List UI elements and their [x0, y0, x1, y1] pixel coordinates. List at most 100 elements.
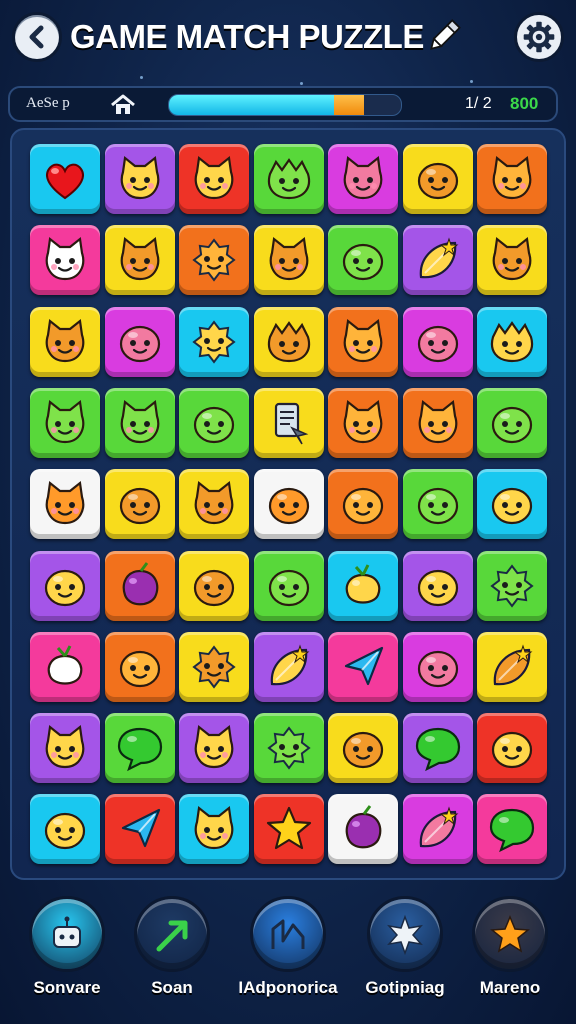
tile-scroll[interactable]	[253, 387, 324, 458]
powerup-button-5[interactable]	[472, 896, 548, 972]
tile-cat[interactable]	[104, 144, 175, 214]
powerup-button-3[interactable]	[250, 896, 326, 972]
tile-cat[interactable]	[477, 144, 547, 214]
leaf-icon	[493, 644, 533, 685]
leaf-icon	[419, 237, 458, 279]
tile-blob[interactable]	[253, 550, 324, 621]
tile-cat[interactable]	[328, 144, 398, 214]
tile-blob[interactable]	[104, 306, 175, 377]
tile-cat[interactable]	[477, 225, 547, 296]
score-value: 800	[510, 94, 539, 113]
tile-blob[interactable]	[477, 713, 547, 784]
tile-fuzzy[interactable]	[179, 631, 249, 702]
tile-bubble[interactable]	[477, 794, 547, 865]
tile-cat[interactable]	[104, 225, 175, 296]
tile-blob[interactable]	[328, 713, 398, 784]
blob-icon	[342, 244, 384, 281]
back-button[interactable]	[12, 12, 62, 62]
tile-monster[interactable]	[253, 144, 324, 214]
berry-icon	[47, 645, 83, 685]
tile-cat[interactable]	[402, 387, 473, 458]
home-icon[interactable]	[110, 94, 136, 116]
tile-cat[interactable]	[328, 306, 398, 377]
tile-blob[interactable]	[30, 550, 100, 621]
tile-cat[interactable]	[179, 144, 249, 214]
tile-monster[interactable]	[477, 306, 547, 377]
tile-cat[interactable]	[253, 225, 324, 296]
status-bar: AeSe p 1/ 2 800	[8, 86, 558, 122]
tile-blob[interactable]	[30, 794, 100, 865]
scroll-icon	[274, 402, 308, 445]
powerup-label: Soan	[151, 978, 193, 997]
tile-fuzzy[interactable]	[477, 550, 547, 621]
tile-cat[interactable]	[179, 469, 249, 540]
tile-arrow[interactable]	[104, 794, 175, 865]
blob-icon	[44, 813, 86, 850]
blob-icon	[417, 325, 458, 362]
tile-leaf[interactable]	[402, 225, 473, 296]
powerup-button-4[interactable]	[367, 896, 443, 972]
level-counter: 1/ 2	[465, 95, 492, 112]
cat-icon	[45, 237, 85, 281]
tile-cat[interactable]	[328, 387, 398, 458]
tile-cat[interactable]	[30, 225, 100, 296]
tile-cat[interactable]	[179, 713, 249, 784]
tile-plum[interactable]	[328, 794, 398, 865]
tile-blob[interactable]	[402, 306, 473, 377]
tile-blob[interactable]	[328, 469, 398, 540]
settings-button[interactable]	[514, 12, 564, 62]
tile-blob[interactable]	[477, 387, 547, 458]
cat-icon	[194, 725, 234, 769]
tile-bubble[interactable]	[402, 713, 473, 784]
tile-star[interactable]	[253, 794, 324, 865]
tile-plum[interactable]	[104, 550, 175, 621]
game-board	[10, 128, 566, 880]
tile-cat[interactable]	[30, 306, 100, 377]
tile-cat[interactable]	[179, 794, 249, 865]
blob-icon	[119, 650, 160, 687]
header: GAME MATCH PUZZLE	[0, 0, 576, 78]
pencil-icon	[430, 19, 461, 50]
tile-blob[interactable]	[402, 631, 473, 702]
tile-fuzzy[interactable]	[179, 306, 249, 377]
cat-icon	[343, 318, 383, 362]
cat-icon	[194, 155, 234, 200]
tile-blob[interactable]	[253, 469, 324, 540]
tile-arrow[interactable]	[328, 631, 398, 702]
tile-monster[interactable]	[253, 306, 324, 377]
tile-cat[interactable]	[30, 469, 100, 540]
tile-cat[interactable]	[30, 713, 100, 784]
tile-leaf[interactable]	[477, 631, 547, 702]
edit-button[interactable]	[420, 14, 466, 60]
tile-leaf[interactable]	[253, 631, 324, 702]
tile-cat[interactable]	[30, 387, 100, 458]
tile-berry[interactable]	[328, 550, 398, 621]
tile-blob[interactable]	[104, 469, 175, 540]
tile-blob[interactable]	[104, 631, 175, 702]
tile-blob[interactable]	[179, 387, 249, 458]
blob-icon	[342, 488, 384, 525]
powerup-button-2[interactable]	[134, 896, 210, 972]
blob-icon	[119, 488, 160, 525]
tile-cat[interactable]	[104, 387, 175, 458]
tile-blob[interactable]	[328, 225, 398, 296]
fuzzy-icon	[490, 563, 534, 608]
cat-icon	[120, 399, 159, 443]
tile-fuzzy[interactable]	[253, 713, 324, 784]
fuzzy-icon	[192, 645, 236, 689]
tile-berry[interactable]	[30, 631, 100, 702]
tile-fuzzy[interactable]	[179, 225, 249, 296]
tile-blob[interactable]	[402, 550, 473, 621]
powerup-button-1[interactable]	[29, 896, 105, 972]
tile-blob[interactable]	[179, 550, 249, 621]
tile-blob[interactable]	[402, 469, 473, 540]
powerup-bar: Sonvare Soan IAdponorica Gotipniag Mareno	[0, 890, 576, 1024]
star-burst-icon	[387, 914, 423, 955]
tile-leaf[interactable]	[402, 794, 473, 865]
arrow-icon	[344, 646, 384, 685]
tile-heart[interactable]	[30, 144, 100, 214]
tile-blob[interactable]	[402, 144, 473, 214]
powerup-label: Gotipniag	[365, 978, 445, 997]
tile-bubble[interactable]	[104, 713, 175, 784]
tile-blob[interactable]	[477, 469, 547, 540]
